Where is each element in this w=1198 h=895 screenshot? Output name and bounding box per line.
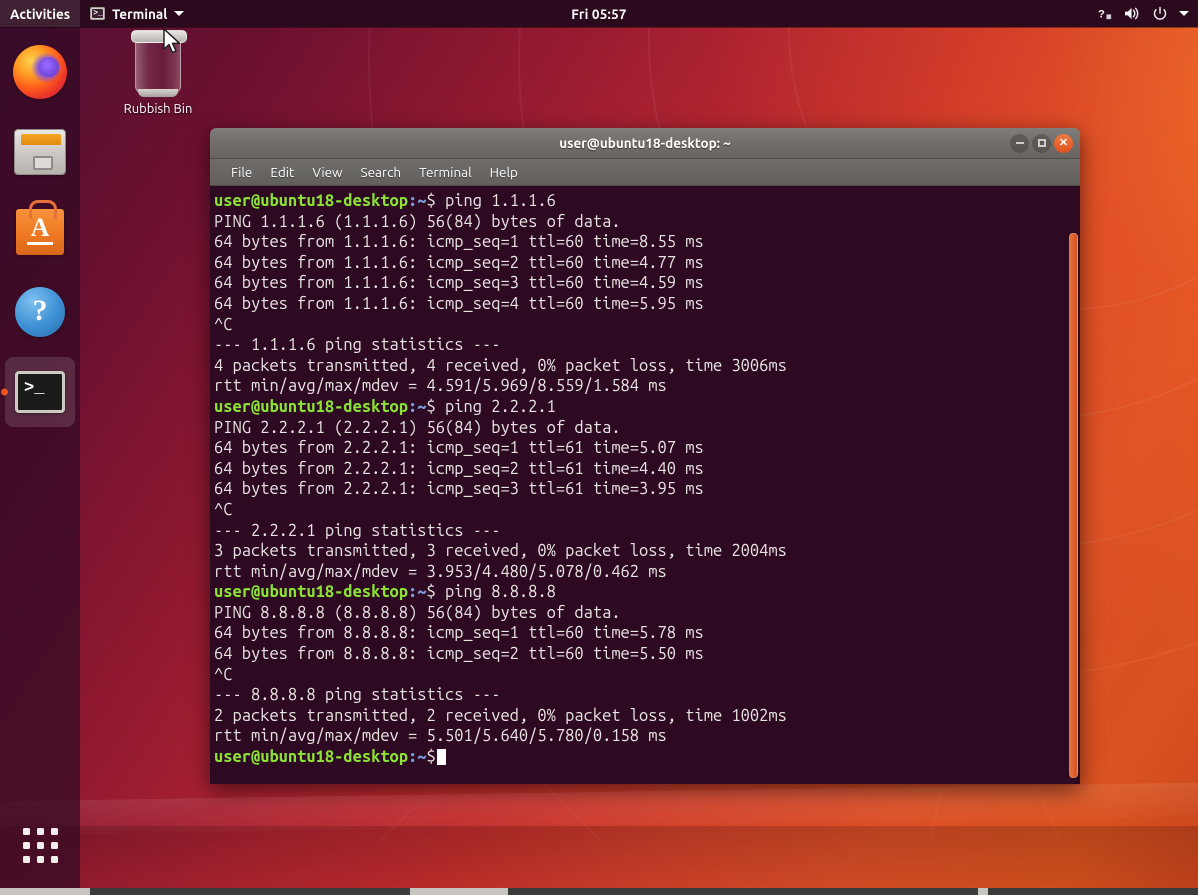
terminal-output-line: 64 bytes from 1.1.1.6: icmp_seq=3 ttl=60…: [214, 273, 1080, 294]
menu-item-search[interactable]: Search: [352, 161, 411, 183]
prompt-path: :~: [408, 192, 426, 210]
chevron-down-icon: [174, 11, 184, 16]
prompt-path: :~: [408, 583, 426, 601]
keyboard-help-icon[interactable]: ?: [1098, 6, 1113, 21]
prompt-path: :~: [408, 748, 426, 766]
terminal-output-line: 64 bytes from 2.2.2.1: icmp_seq=3 ttl=61…: [214, 479, 1080, 500]
terminal-scrollbar[interactable]: [1069, 233, 1078, 778]
prompt-user-host: user@ubuntu18-desktop: [214, 748, 408, 766]
terminal-output-line: ^C: [214, 500, 1080, 521]
screen-bottom-strip: [0, 888, 1198, 895]
top-bar: Activities Terminal Fri 05:57 ?: [0, 0, 1198, 27]
terminal-output-line: rtt min/avg/max/mdev = 5.501/5.640/5.780…: [214, 726, 1080, 747]
menu-item-help[interactable]: Help: [481, 161, 527, 183]
file-cabinet-icon: [14, 129, 66, 175]
activities-button[interactable]: Activities: [0, 0, 80, 27]
dock-icon-list: [5, 27, 75, 427]
prompt-command: $ ping 1.1.1.6: [427, 192, 556, 210]
terminal-output-line: ^C: [214, 315, 1080, 336]
terminal-output-line: ^C: [214, 665, 1080, 686]
menu-item-terminal[interactable]: Terminal: [410, 161, 481, 183]
help-question-icon: [15, 287, 65, 337]
desktop-icon-rubbish-bin[interactable]: Rubbish Bin: [114, 32, 202, 116]
desktop-icon-label: Rubbish Bin: [114, 102, 202, 116]
window-titlebar[interactable]: user@ubuntu18-desktop: ~ ✕: [210, 128, 1080, 159]
system-status-area[interactable]: ?: [1098, 6, 1198, 22]
terminal-prompt-line: user@ubuntu18-desktop:~$ ping 1.1.1.6: [214, 191, 1080, 212]
rubbish-bin-icon: [135, 36, 181, 94]
terminal-output-line: 2 packets transmitted, 2 received, 0% pa…: [214, 706, 1080, 727]
prompt-command: $ ping 2.2.2.1: [427, 398, 556, 416]
terminal-window[interactable]: user@ubuntu18-desktop: ~ ✕ File Edit Vie…: [210, 128, 1080, 784]
wallpaper-fold: [0, 826, 1198, 888]
power-icon[interactable]: [1152, 6, 1168, 22]
terminal-prompt-line: user@ubuntu18-desktop:~$: [214, 747, 1080, 768]
terminal-body[interactable]: user@ubuntu18-desktop:~$ ping 1.1.1.6PIN…: [210, 186, 1080, 784]
svg-text:?: ?: [1098, 8, 1105, 20]
terminal-output-line: 64 bytes from 1.1.1.6: icmp_seq=2 ttl=60…: [214, 253, 1080, 274]
menu-item-edit[interactable]: Edit: [261, 161, 303, 183]
terminal-output-line: --- 2.2.2.1 ping statistics ---: [214, 521, 1080, 542]
terminal-output-line: PING 2.2.2.1 (2.2.2.1) 56(84) bytes of d…: [214, 418, 1080, 439]
terminal-output-line: 4 packets transmitted, 4 received, 0% pa…: [214, 356, 1080, 377]
terminal-output-line: 3 packets transmitted, 3 received, 0% pa…: [214, 541, 1080, 562]
dock-item-terminal[interactable]: [5, 357, 75, 427]
volume-icon[interactable]: [1124, 6, 1141, 21]
terminal-output-line: 64 bytes from 2.2.2.1: icmp_seq=2 ttl=61…: [214, 459, 1080, 480]
window-title: user@ubuntu18-desktop: ~: [210, 135, 1080, 151]
prompt-user-host: user@ubuntu18-desktop: [214, 192, 408, 210]
dock-item-help[interactable]: [5, 277, 75, 347]
prompt-user-host: user@ubuntu18-desktop: [214, 398, 408, 416]
ubuntu-software-icon: [16, 209, 64, 255]
terminal-output-line: 64 bytes from 2.2.2.1: icmp_seq=1 ttl=61…: [214, 438, 1080, 459]
app-menu-label: Terminal: [112, 6, 167, 22]
terminal-output-line: rtt min/avg/max/mdev = 4.591/5.969/8.559…: [214, 376, 1080, 397]
terminal-prompt-line: user@ubuntu18-desktop:~$ ping 2.2.2.1: [214, 397, 1080, 418]
prompt-user-host: user@ubuntu18-desktop: [214, 583, 408, 601]
window-controls: ✕: [1010, 134, 1080, 153]
terminal-text-cursor: [437, 749, 446, 765]
terminal-output-line: rtt min/avg/max/mdev = 3.953/4.480/5.078…: [214, 562, 1080, 583]
activities-label: Activities: [10, 6, 70, 22]
app-menu-button[interactable]: Terminal: [80, 0, 194, 27]
terminal-output-line: --- 8.8.8.8 ping statistics ---: [214, 685, 1080, 706]
terminal-mini-icon: [90, 7, 105, 20]
terminal-output-line: --- 1.1.1.6 ping statistics ---: [214, 335, 1080, 356]
menu-bar: File Edit View Search Terminal Help: [210, 159, 1080, 186]
show-applications-button[interactable]: [5, 814, 75, 876]
terminal-output-line: 64 bytes from 1.1.1.6: icmp_seq=1 ttl=60…: [214, 232, 1080, 253]
terminal-output-line: 64 bytes from 8.8.8.8: icmp_seq=1 ttl=60…: [214, 623, 1080, 644]
prompt-command: $: [427, 748, 436, 766]
minimize-icon[interactable]: [1010, 134, 1029, 153]
terminal-prompt-line: user@ubuntu18-desktop:~$ ping 8.8.8.8: [214, 582, 1080, 603]
terminal-output-line: 64 bytes from 8.8.8.8: icmp_seq=2 ttl=60…: [214, 644, 1080, 665]
terminal-output-line: PING 8.8.8.8 (8.8.8.8) 56(84) bytes of d…: [214, 603, 1080, 624]
prompt-path: :~: [408, 398, 426, 416]
terminal-output-line: 64 bytes from 1.1.1.6: icmp_seq=4 ttl=60…: [214, 294, 1080, 315]
prompt-command: $ ping 8.8.8.8: [427, 583, 556, 601]
dock-item-firefox[interactable]: [5, 37, 75, 107]
dock-item-software[interactable]: [5, 197, 75, 267]
menu-item-view[interactable]: View: [303, 161, 351, 183]
chevron-down-icon[interactable]: [1179, 11, 1189, 16]
dock: [0, 27, 80, 888]
terminal-output-line: PING 1.1.1.6 (1.1.1.6) 56(84) bytes of d…: [214, 212, 1080, 233]
top-bar-left: Activities Terminal: [0, 0, 194, 27]
terminal-output[interactable]: user@ubuntu18-desktop:~$ ping 1.1.1.6PIN…: [212, 191, 1080, 768]
terminal-icon: [15, 371, 65, 413]
menu-item-file[interactable]: File: [222, 161, 261, 183]
app-grid-icon: [23, 828, 58, 863]
dock-item-files[interactable]: [5, 117, 75, 187]
maximize-icon[interactable]: [1032, 134, 1051, 153]
firefox-icon: [13, 45, 67, 99]
close-icon[interactable]: ✕: [1054, 134, 1073, 153]
